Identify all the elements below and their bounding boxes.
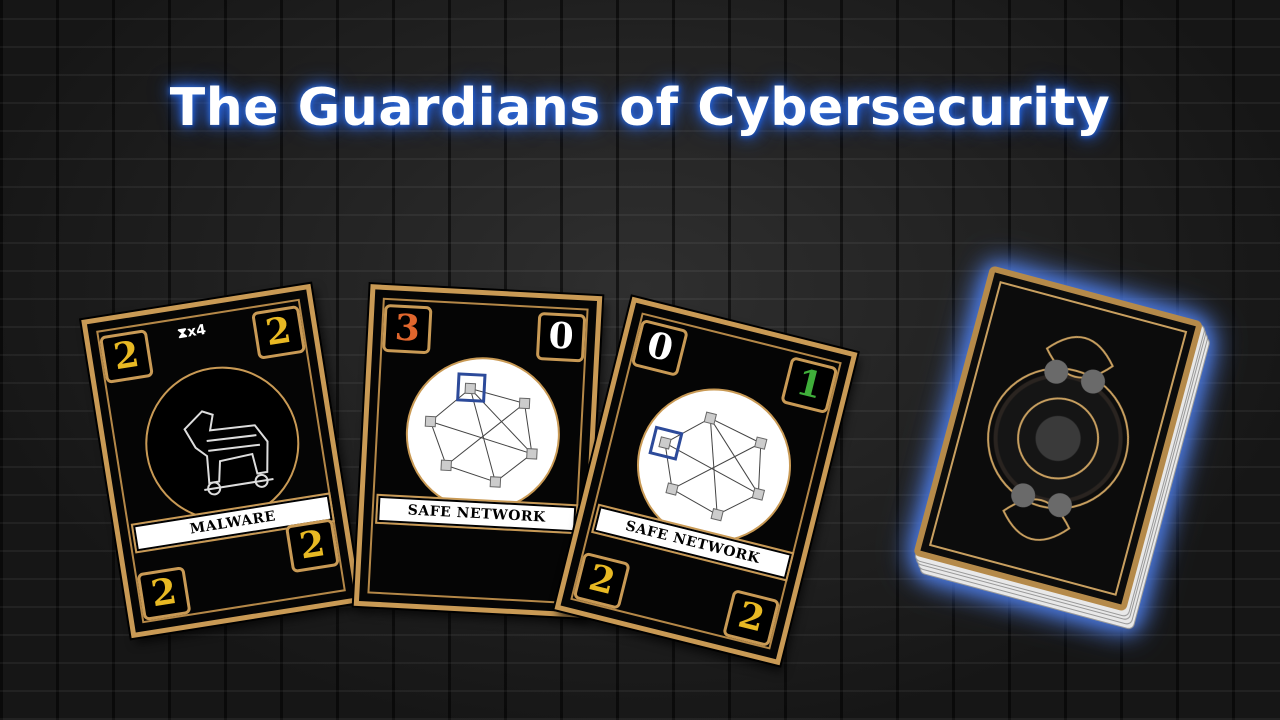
- card-art: [401, 353, 564, 516]
- page-title: The Guardians of Cybersecurity: [169, 78, 1111, 138]
- card-top-right-value: 2: [251, 304, 307, 360]
- timer-value: x4: [186, 321, 208, 341]
- card-top-left-value: 2: [99, 329, 154, 384]
- card-back-icon: [913, 265, 1204, 612]
- safe-network-card[interactable]: 0 1 SAFE NETWORK 2 2: [554, 296, 858, 666]
- network-icon: [424, 372, 538, 488]
- card-bottom-left-value: 2: [136, 566, 192, 622]
- card-deck[interactable]: [908, 265, 1232, 639]
- malware-card[interactable]: 2 2 ⧗x4 MALWARE 2 2: [81, 283, 361, 639]
- card-top-right-value: 0: [535, 311, 587, 363]
- card-bottom-right-value: 2: [284, 518, 340, 574]
- card-top-left-value: 3: [382, 303, 433, 355]
